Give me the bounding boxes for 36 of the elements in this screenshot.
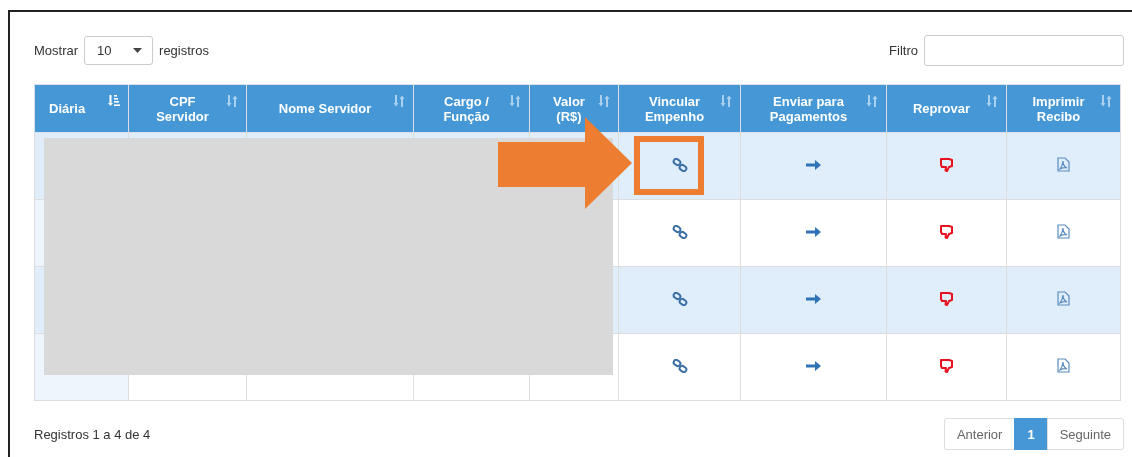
column-header[interactable]: Reprovar xyxy=(886,84,1007,133)
page-size-select[interactable]: 10 xyxy=(84,36,154,65)
highlight-box xyxy=(634,136,704,195)
thumbs-down-icon[interactable] xyxy=(939,291,954,306)
arrow-right-icon[interactable] xyxy=(805,359,822,372)
column-header[interactable]: Vincular Empenho xyxy=(618,84,741,133)
thumbs-down-icon[interactable] xyxy=(939,157,954,172)
column-header[interactable]: Enviar para Pagamentos xyxy=(740,84,887,133)
pdf-file-icon[interactable] xyxy=(1057,358,1070,373)
show-label: Mostrar xyxy=(34,43,79,58)
link-icon[interactable] xyxy=(671,224,688,239)
column-header[interactable]: Diária xyxy=(34,84,129,133)
link-icon[interactable] xyxy=(671,157,688,172)
page-button[interactable]: Anterior xyxy=(943,418,1016,450)
pdf-file-icon[interactable] xyxy=(1057,224,1070,239)
filter-field[interactable] xyxy=(924,35,1124,66)
thumbs-down-icon[interactable] xyxy=(939,224,954,239)
records-info: Registros 1 a 4 de 4 xyxy=(34,426,151,442)
link-icon[interactable] xyxy=(671,291,688,306)
records-label: registros xyxy=(159,43,209,58)
column-header[interactable]: Imprimir Recibo xyxy=(1006,84,1121,133)
page-button[interactable]: Seguinte xyxy=(1046,418,1124,450)
caret-icon xyxy=(133,48,143,53)
column-header[interactable]: Cargo / Função xyxy=(413,84,530,133)
arrow-right-icon[interactable] xyxy=(805,158,822,171)
column-header[interactable]: CPF Servidor xyxy=(128,84,247,133)
arrow-right-icon[interactable] xyxy=(805,292,822,305)
pdf-file-icon[interactable] xyxy=(1057,291,1070,306)
pdf-file-icon[interactable] xyxy=(1057,157,1070,172)
column-header[interactable]: Valor (R$) xyxy=(529,84,619,133)
page-button[interactable]: 1 xyxy=(1014,418,1048,450)
filter-label: Filtro xyxy=(889,43,918,58)
column-header[interactable]: Nome Servidor xyxy=(246,84,414,133)
link-icon[interactable] xyxy=(671,358,688,373)
thumbs-down-icon[interactable] xyxy=(939,358,954,373)
arrow-right-icon[interactable] xyxy=(805,225,822,238)
